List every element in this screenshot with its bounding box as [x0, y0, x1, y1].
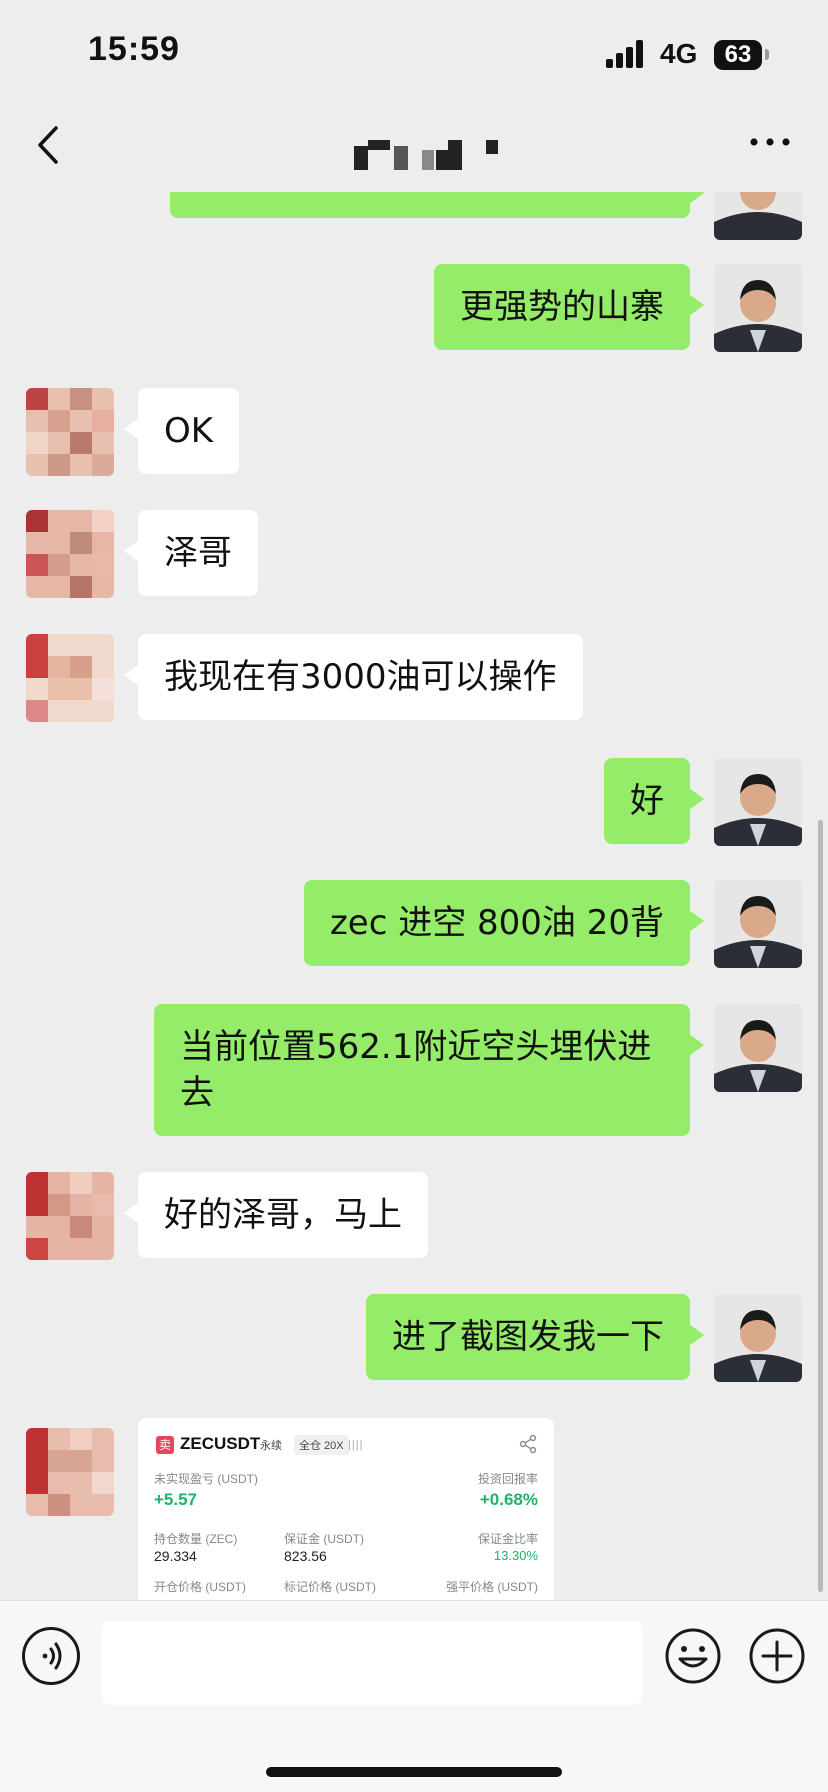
unrealized-pnl-label: 未实现盈亏 (USDT) — [154, 1472, 258, 1486]
message-bubble[interactable]: 进了截图发我一下 — [366, 1294, 704, 1380]
entry-price-label: 开仓价格 (USDT) — [154, 1580, 246, 1594]
message-text: 进了截图发我一下 — [392, 1317, 664, 1357]
message-text: zec 进空 800油 20背 — [329, 903, 664, 943]
clock: 15:59 — [88, 30, 180, 68]
home-indicator[interactable] — [266, 1767, 562, 1777]
my-avatar[interactable] — [714, 1294, 802, 1382]
message-text: OK — [164, 411, 214, 451]
message-list[interactable]: 更强势的山寨 OK 泽哥 我现在有3000油可以操作 好 zec 进空 800油… — [0, 192, 828, 1600]
message-row: 泽哥 — [0, 510, 828, 598]
message-text: 更强势的山寨 — [460, 287, 664, 327]
my-avatar[interactable] — [714, 758, 802, 846]
scrollbar[interactable] — [818, 820, 823, 1592]
margin: 823.56 — [284, 1548, 327, 1564]
contact-avatar[interactable] — [26, 388, 114, 476]
message-bubble[interactable]: 泽哥 — [124, 510, 258, 596]
liq-price-label: 强平价格 (USDT) — [446, 1580, 538, 1594]
my-avatar[interactable] — [714, 880, 802, 968]
message-bubble[interactable]: 好的泽哥，马上 — [124, 1172, 428, 1258]
contract-type: 永续 — [260, 1440, 282, 1452]
message-text: 我现在有3000油可以操作 — [164, 657, 557, 697]
symbol: ZECUSDT — [180, 1434, 261, 1453]
sell-tag: 卖 — [156, 1436, 174, 1454]
nav-bar — [0, 100, 828, 192]
message-bubble[interactable]: zec 进空 800油 20背 — [303, 880, 705, 966]
bars-icon: |||| — [348, 1439, 364, 1451]
message-row-partial — [0, 192, 828, 240]
message-row: 好 — [0, 758, 828, 846]
roi: +0.68% — [479, 1490, 538, 1509]
battery-tip — [765, 49, 769, 60]
qty: 29.334 — [154, 1548, 197, 1564]
battery-icon: 63 — [714, 40, 762, 70]
message-text: 好 — [630, 781, 664, 821]
message-row: zec 进空 800油 20背 — [0, 880, 828, 968]
contact-avatar[interactable] — [26, 1172, 114, 1260]
message-row: 好的泽哥，马上 — [0, 1172, 828, 1260]
message-bubble[interactable]: OK — [123, 388, 240, 474]
message-input[interactable] — [102, 1621, 642, 1705]
network-type: 4G — [660, 38, 698, 69]
mark-price-label: 标记价格 (USDT) — [284, 1580, 376, 1594]
message-row: 进了截图发我一下 — [0, 1294, 828, 1382]
message-bubble[interactable]: 好 — [604, 758, 704, 844]
message-row: 更强势的山寨 — [0, 264, 828, 352]
input-bar — [0, 1600, 828, 1792]
status-bar: 15:59 4G 63 — [0, 0, 828, 100]
message-text: 泽哥 — [164, 533, 232, 573]
unrealized-pnl: +5.57 — [154, 1490, 198, 1509]
my-avatar[interactable] — [714, 192, 802, 240]
my-avatar[interactable] — [714, 264, 802, 352]
signal-icon — [606, 40, 646, 68]
contact-avatar[interactable] — [26, 1428, 114, 1516]
message-text: 当前位置562.1附近空头埋伏进去 — [180, 1027, 652, 1113]
chevron-left-icon[interactable] — [30, 122, 70, 168]
message-bubble[interactable]: 当前位置562.1附近空头埋伏进去 — [154, 1004, 704, 1136]
message-bubble[interactable]: 更强势的山寨 — [434, 264, 704, 350]
margin-mode: 全仓 20X — [294, 1435, 349, 1455]
share-icon — [519, 1434, 537, 1454]
message-row: OK — [0, 388, 828, 476]
voice-icon[interactable] — [22, 1627, 80, 1685]
contact-avatar[interactable] — [26, 510, 114, 598]
more-dots-icon[interactable] — [748, 132, 792, 152]
qty-label: 持仓数量 (ZEC) — [154, 1532, 238, 1546]
message-bubble-partial[interactable] — [170, 192, 704, 218]
margin-ratio: 13.30% — [493, 1548, 538, 1563]
margin-ratio-label: 保证金比率 — [477, 1532, 538, 1546]
trade-screenshot-card[interactable]: 卖 ZECUSDT 永续 全仓 20X |||| 未实现盈亏 (USDT) +5… — [138, 1418, 554, 1600]
plus-icon[interactable] — [748, 1627, 806, 1685]
message-row: 当前位置562.1附近空头埋伏进去 — [0, 1004, 828, 1136]
roi-label: 投资回报率 — [477, 1472, 538, 1486]
emoji-icon[interactable] — [664, 1627, 722, 1685]
message-row: 我现在有3000油可以操作 — [0, 634, 828, 722]
contact-avatar[interactable] — [26, 634, 114, 722]
message-text: 好的泽哥，马上 — [164, 1195, 402, 1235]
my-avatar[interactable] — [714, 1004, 802, 1092]
message-bubble[interactable]: 我现在有3000油可以操作 — [124, 634, 583, 720]
margin-label: 保证金 (USDT) — [284, 1532, 364, 1546]
